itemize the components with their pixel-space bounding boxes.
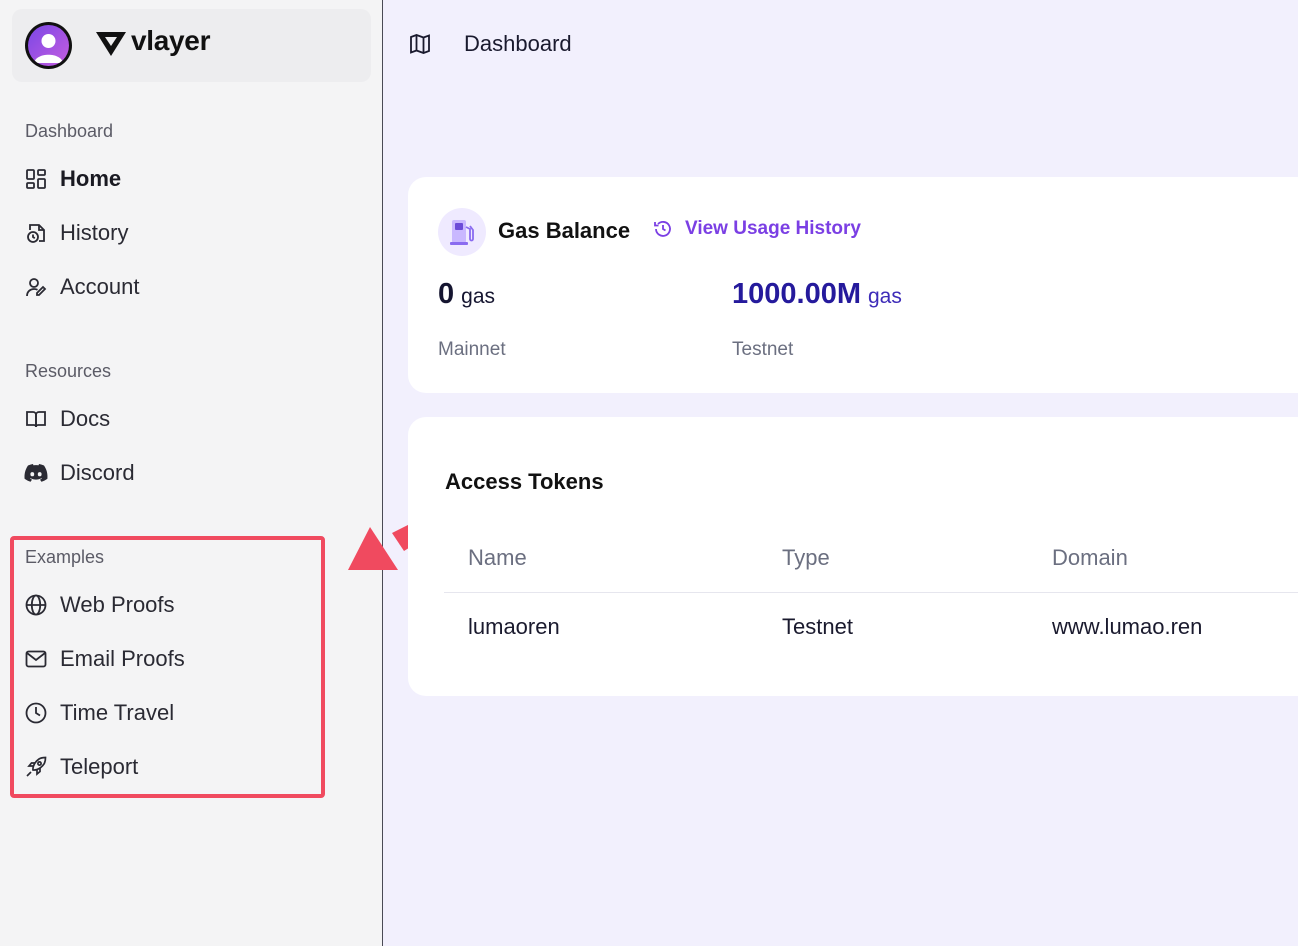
- mainnet-amount: 0: [438, 278, 455, 310]
- mainnet-label: Mainnet: [438, 339, 506, 360]
- sidebar-item-label: Discord: [60, 460, 135, 485]
- view-usage-history-link[interactable]: View Usage History: [653, 218, 861, 240]
- access-tokens-card: Access Tokens Name Type Domain lumaoren …: [408, 417, 1298, 696]
- access-tokens-title: Access Tokens: [445, 469, 604, 494]
- sidebar-item-account[interactable]: Account: [24, 272, 140, 302]
- mainnet-balance: 0 gas: [438, 278, 495, 311]
- column-header-name[interactable]: Name: [468, 545, 527, 571]
- testnet-balance: 1000.00M gas: [732, 278, 902, 311]
- sidebar-item-home[interactable]: Home: [24, 164, 121, 194]
- vlayer-logo-icon: [96, 32, 126, 56]
- sidebar-item-docs[interactable]: Docs: [24, 404, 110, 434]
- view-usage-history-label: View Usage History: [685, 218, 862, 239]
- brand-name: vlayer: [131, 25, 211, 56]
- token-type-cell: Testnet: [782, 614, 853, 639]
- book-icon: [24, 407, 48, 431]
- examples-highlight-box: [10, 536, 325, 798]
- mainnet-unit: gas: [461, 285, 495, 308]
- grid-icon: [24, 167, 48, 191]
- brand-header[interactable]: vlayer: [12, 9, 371, 82]
- section-label-dashboard: Dashboard: [25, 121, 114, 141]
- avatar[interactable]: [25, 22, 72, 69]
- sidebar-item-history[interactable]: History: [24, 218, 128, 248]
- token-domain-cell: www.lumao.ren: [1052, 614, 1203, 639]
- history-file-icon: [24, 221, 48, 245]
- sidebar-item-label: Home: [60, 166, 122, 191]
- section-label-resources: Resources: [25, 361, 112, 381]
- column-header-domain[interactable]: Domain: [1052, 545, 1128, 571]
- sidebar-item-discord[interactable]: Discord: [24, 458, 135, 488]
- user-key-icon: [24, 275, 48, 299]
- sidebar-item-label: Docs: [60, 406, 111, 431]
- sidebar: vlayer Dashboard Home History Account Re…: [0, 0, 383, 946]
- token-name-cell: lumaoren: [468, 614, 560, 639]
- testnet-amount: 1000.00M: [732, 278, 861, 310]
- gas-balance-title: Gas Balance: [498, 218, 631, 243]
- gas-balance-card: Gas Balance View Usage History 0 gas Mai…: [408, 177, 1298, 393]
- page-title: Dashboard: [464, 31, 572, 56]
- gas-pump-icon: [438, 208, 486, 256]
- user-avatar-icon: [34, 34, 63, 63]
- testnet-unit: gas: [868, 285, 902, 308]
- map-icon: [410, 34, 430, 54]
- column-header-type[interactable]: Type: [782, 545, 830, 571]
- table-divider: [444, 592, 1298, 593]
- history-icon: [654, 221, 671, 237]
- sidebar-item-label: Account: [60, 274, 140, 299]
- testnet-label: Testnet: [732, 339, 794, 360]
- discord-icon: [24, 461, 48, 485]
- sidebar-item-label: History: [60, 220, 129, 245]
